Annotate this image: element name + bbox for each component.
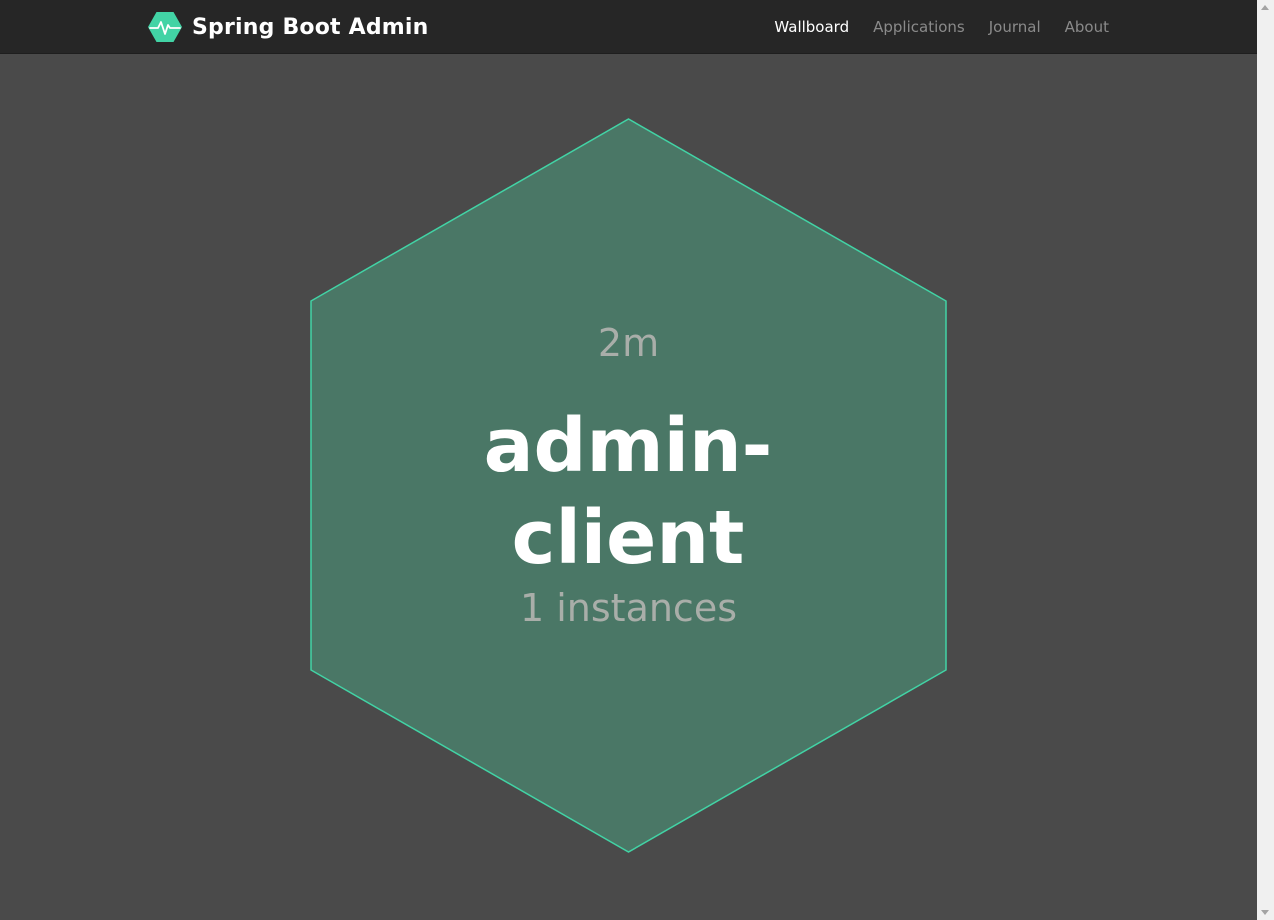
nav-item-applications[interactable]: Applications xyxy=(873,18,965,36)
application-status-time: 2m xyxy=(597,321,660,365)
top-navbar: Spring Boot Admin Wallboard Applications… xyxy=(0,0,1257,54)
scroll-down-arrow-icon[interactable] xyxy=(1261,910,1269,915)
application-hexagon[interactable]: 2m admin-client 1 instances xyxy=(310,118,947,853)
scroll-up-arrow-icon[interactable] xyxy=(1261,5,1269,10)
brand-link[interactable]: Spring Boot Admin xyxy=(148,10,429,44)
vertical-scrollbar[interactable] xyxy=(1257,0,1274,920)
nav-item-about[interactable]: About xyxy=(1065,18,1109,36)
nav-item-journal[interactable]: Journal xyxy=(989,18,1041,36)
application-instance-count: 1 instances xyxy=(519,586,738,630)
nav-item-wallboard[interactable]: Wallboard xyxy=(774,18,849,36)
brand-title: Spring Boot Admin xyxy=(192,14,429,40)
hexagon-content: 2m admin-client 1 instances xyxy=(310,118,947,853)
main-nav: Wallboard Applications Journal About xyxy=(750,0,1109,54)
application-name: admin-client xyxy=(483,403,773,581)
heartbeat-hexagon-icon xyxy=(148,12,182,42)
wallboard-page: Spring Boot Admin Wallboard Applications… xyxy=(0,0,1274,920)
